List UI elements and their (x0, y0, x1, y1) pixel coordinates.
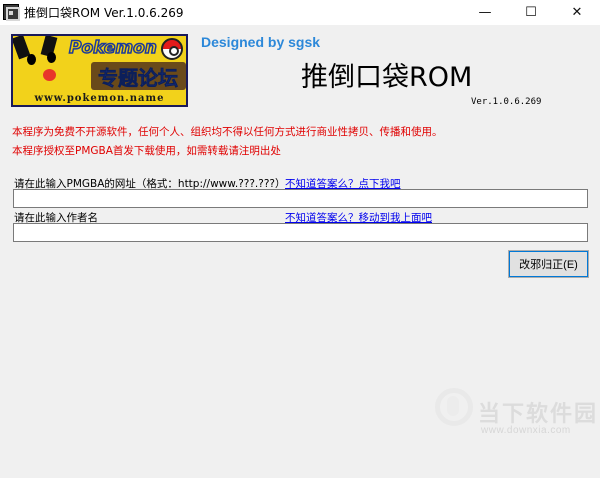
app-title: 推倒口袋ROM (301, 62, 473, 93)
url-input[interactable] (13, 189, 588, 208)
license-notice: 本程序为免费不开源软件，任何个人、组织均不得以任何方式进行商业性拷贝、传播和使用… (12, 126, 443, 138)
watermark-drop-icon (447, 396, 459, 416)
close-button[interactable]: ✕ (554, 0, 600, 25)
pikachu-eye-icon (27, 54, 36, 65)
pikachu-eye-icon (47, 52, 56, 63)
designed-by-label: Designed by sgsk (201, 34, 321, 50)
maximize-button[interactable]: ☐ (508, 0, 554, 25)
author-input[interactable] (13, 223, 588, 242)
logo-pokemon-text: Pokemon (68, 37, 157, 59)
logo-forum-text: 专题论坛 (98, 66, 179, 91)
version-label: Ver.1.0.6.269 (471, 97, 542, 107)
pokeball-icon (161, 38, 183, 60)
logo-url-text: www.pokemon.name (34, 93, 165, 104)
watermark-url: www.downxia.com (481, 425, 571, 436)
window-title: 推倒口袋ROM Ver.1.0.6.269 (24, 6, 184, 20)
app-icon (3, 4, 20, 21)
submit-button[interactable]: 改邪归正(E) (508, 250, 589, 278)
minimize-button[interactable]: — (462, 0, 508, 25)
pokemon-forum-logo: Pokemon 专题论坛 www.pokemon.name (11, 34, 188, 107)
watermark-brand: 当下软件园 (478, 402, 599, 427)
watermark-logo (435, 388, 475, 432)
pikachu-cheek-icon (43, 69, 56, 81)
authorization-notice: 本程序授权至PMGBA首发下载使用，如需转载请注明出处 (12, 145, 281, 157)
title-bar: 推倒口袋ROM Ver.1.0.6.269 — ☐ ✕ (0, 0, 600, 25)
